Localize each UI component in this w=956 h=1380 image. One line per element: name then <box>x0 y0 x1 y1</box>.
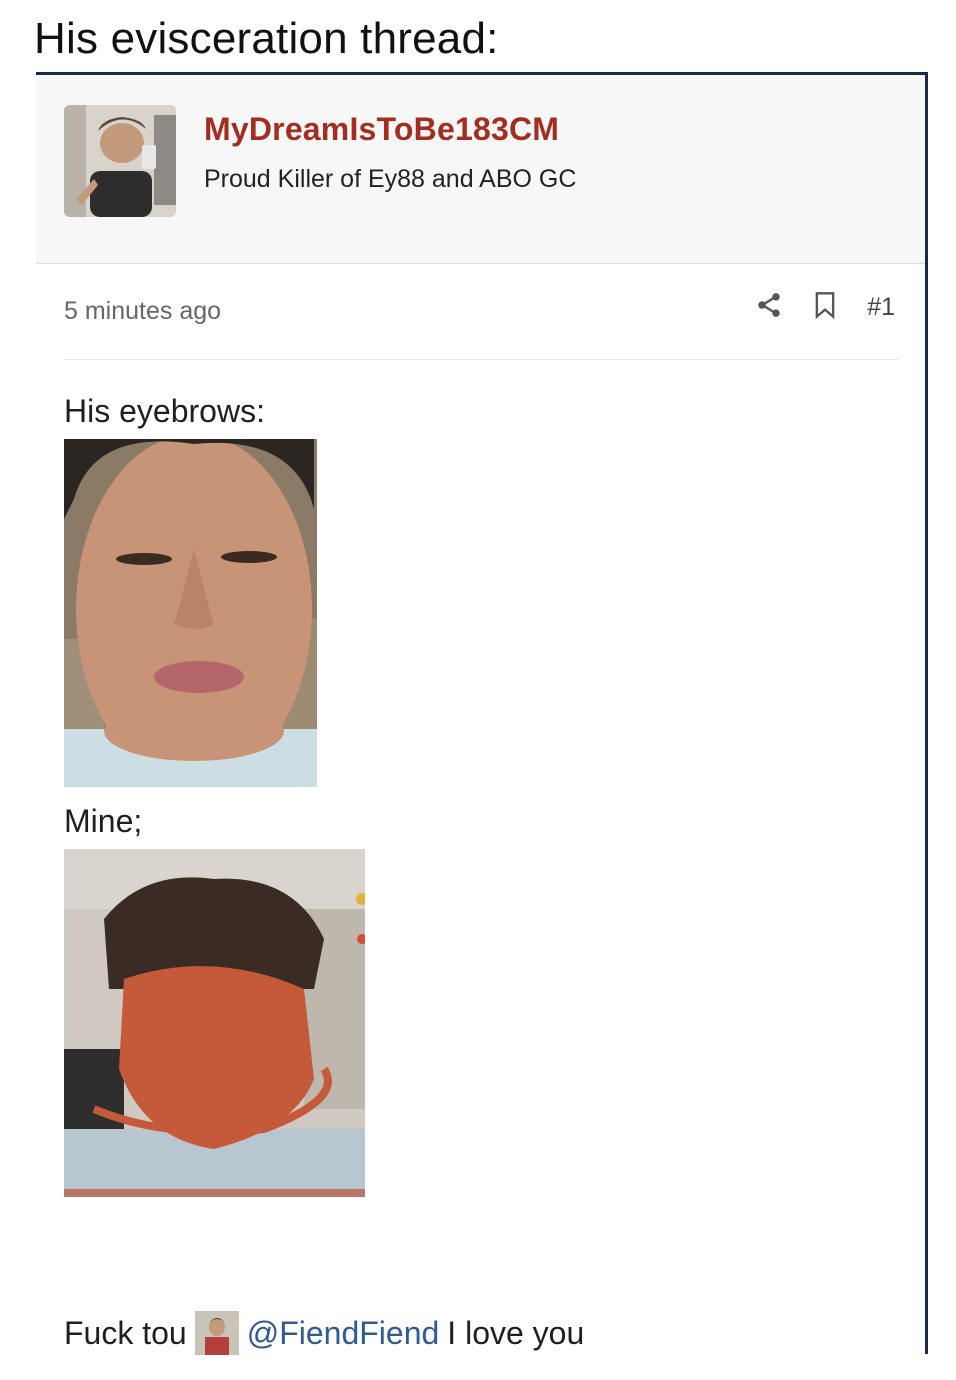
forum-post: MyDreamIsToBe183CM Proud Killer of Ey88 … <box>36 72 928 1355</box>
user-header: MyDreamIsToBe183CM Proud Killer of Ey88 … <box>36 75 925 267</box>
redacted-selfie-image[interactable] <box>64 849 365 1197</box>
post-number-link[interactable]: #1 <box>867 293 895 322</box>
avatar[interactable] <box>64 105 176 217</box>
post-actions: #1 <box>755 291 895 324</box>
bookmark-icon[interactable] <box>813 291 837 324</box>
post-text-line: Fuck tou @FiendFiend I love you <box>64 1311 584 1355</box>
post-text-line: Mine; <box>64 803 143 839</box>
user-title: Proud Killer of Ey88 and ABO GC <box>204 165 577 193</box>
final-prefix: Fuck tou <box>64 1314 187 1351</box>
face-photo-image[interactable] <box>64 439 317 787</box>
post-text-line: His eyebrows: <box>64 393 265 429</box>
divider <box>64 359 898 360</box>
final-suffix: I love you <box>447 1314 585 1351</box>
share-icon[interactable] <box>755 291 783 324</box>
mention-avatar[interactable] <box>194 1311 239 1355</box>
caption-text: His evisceration thread: <box>34 14 499 63</box>
mention-link[interactable]: @FiendFiend <box>247 1315 440 1352</box>
username-link[interactable]: MyDreamIsToBe183CM <box>204 111 559 148</box>
post-timestamp[interactable]: 5 minutes ago <box>64 297 221 326</box>
